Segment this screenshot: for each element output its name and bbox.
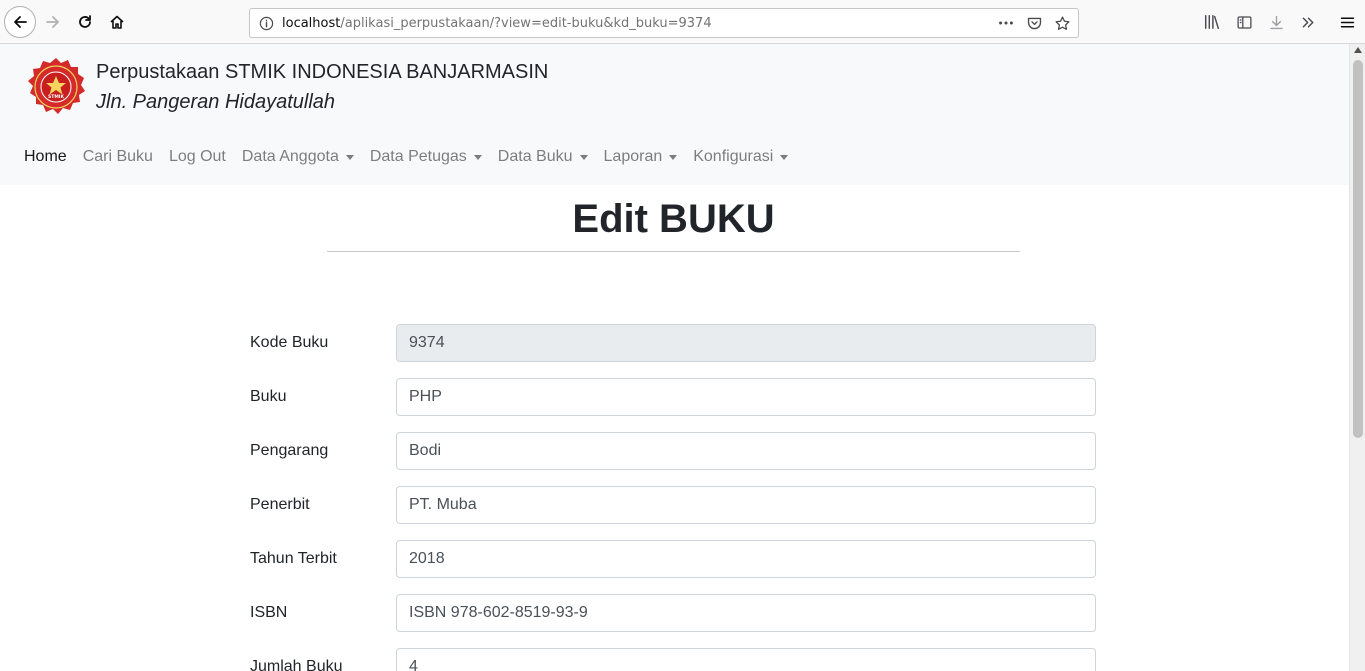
jumlah-buku-label: Jumlah Buku	[250, 658, 343, 671]
menu-item-label: Data Petugas	[369, 148, 467, 165]
form-row-buku: Buku	[250, 378, 1096, 416]
caret-down-icon	[579, 154, 588, 160]
form-row-jumlah-buku: Jumlah Buku	[250, 648, 1096, 671]
kode-buku-label: Kode Buku	[250, 334, 329, 351]
scrollbar-thumb[interactable]	[1353, 60, 1363, 438]
back-button[interactable]	[4, 6, 36, 38]
menu-item-home[interactable]: Home	[16, 148, 75, 166]
buku-input[interactable]	[396, 378, 1096, 416]
tahun-terbit-input[interactable]	[396, 540, 1096, 578]
sidebar-icon[interactable]	[1232, 10, 1256, 34]
menu-item-konfigurasi[interactable]: Konfigurasi	[685, 148, 796, 166]
isbn-input[interactable]	[396, 594, 1096, 632]
scroll-up-arrow-icon[interactable]	[1354, 47, 1362, 53]
heading-divider	[327, 251, 1020, 252]
pengarang-input[interactable]	[396, 432, 1096, 470]
pengarang-label: Pengarang	[250, 442, 329, 459]
menu-icon[interactable]	[1335, 10, 1359, 34]
menu-item-label: Data Anggota	[241, 148, 339, 165]
home-icon	[110, 15, 124, 29]
menu-item-data-petugas[interactable]: Data Petugas	[362, 148, 490, 166]
download-icon[interactable]	[1264, 10, 1288, 34]
menu-item-label: Konfigurasi	[693, 148, 774, 165]
menu-item-label: Home	[24, 148, 67, 165]
isbn-label: ISBN	[250, 604, 288, 621]
site-subtitle: Jln. Pangeran Hidayatullah	[96, 91, 336, 113]
url-path: /aplikasi_perpustakaan/?view=edit-buku&k…	[340, 15, 712, 31]
bookmark-star-icon[interactable]	[1052, 13, 1072, 33]
url-host: localhost	[282, 15, 341, 31]
browser-toolbar: localhost/aplikasi_perpustakaan/?view=ed…	[0, 0, 1365, 44]
menu-item-data-anggota[interactable]: Data Anggota	[234, 148, 362, 166]
tahun-terbit-label: Tahun Terbit	[250, 550, 337, 567]
main-menu: Home Cari Buku Log Out Data Anggota Data…	[16, 142, 796, 172]
menu-item-data-buku[interactable]: Data Buku	[490, 148, 596, 166]
info-icon[interactable]	[258, 15, 274, 31]
penerbit-input[interactable]	[396, 486, 1096, 524]
back-icon	[14, 16, 27, 28]
more-icon[interactable]	[996, 13, 1016, 33]
forward-button[interactable]	[38, 7, 68, 37]
caret-down-icon	[473, 154, 482, 160]
overflow-icon[interactable]	[1296, 10, 1320, 34]
reload-icon	[79, 15, 91, 28]
form-row-pengarang: Pengarang	[250, 432, 1096, 470]
form-row-tahun-terbit: Tahun Terbit	[250, 540, 1096, 578]
menu-item-log-out[interactable]: Log Out	[161, 148, 234, 166]
logo-text: STMIK	[48, 94, 64, 100]
menu-item-label: Laporan	[603, 148, 663, 165]
buku-label: Buku	[250, 388, 287, 405]
stmik-logo: STMIK	[26, 57, 86, 117]
reload-button[interactable]	[70, 7, 100, 37]
jumlah-buku-input[interactable]	[396, 648, 1096, 671]
page-title: Edit BUKU	[572, 197, 775, 241]
form-row-kode-buku: Kode Buku	[250, 324, 1096, 362]
menu-item-laporan[interactable]: Laporan	[596, 148, 686, 166]
menu-item-label: Cari Buku	[82, 148, 153, 165]
form-row-isbn: ISBN	[250, 594, 1096, 632]
kode-buku-input[interactable]	[396, 324, 1096, 362]
forward-icon	[46, 16, 59, 28]
menu-item-cari-buku[interactable]: Cari Buku	[75, 148, 161, 166]
pocket-icon[interactable]	[1024, 13, 1044, 33]
page-scrollbar[interactable]	[1349, 44, 1365, 671]
site-header: STMIK Perpustakaan STMIK INDONESIA BANJA…	[0, 44, 1349, 185]
url-bar[interactable]: localhost/aplikasi_perpustakaan/?view=ed…	[249, 8, 1079, 38]
caret-down-icon	[669, 154, 678, 160]
form-row-penerbit: Penerbit	[250, 486, 1096, 524]
library-icon[interactable]	[1200, 10, 1224, 34]
penerbit-label: Penerbit	[250, 496, 310, 513]
menu-item-label: Log Out	[168, 148, 226, 165]
menu-item-label: Data Buku	[497, 148, 573, 165]
url-text: localhost/aplikasi_perpustakaan/?view=ed…	[282, 16, 712, 31]
site-title: Perpustakaan STMIK INDONESIA BANJARMASIN	[96, 61, 549, 83]
page-viewport: STMIK Perpustakaan STMIK INDONESIA BANJA…	[0, 44, 1349, 671]
caret-down-icon	[780, 154, 789, 160]
caret-down-icon	[345, 154, 354, 160]
home-button[interactable]	[102, 7, 132, 37]
